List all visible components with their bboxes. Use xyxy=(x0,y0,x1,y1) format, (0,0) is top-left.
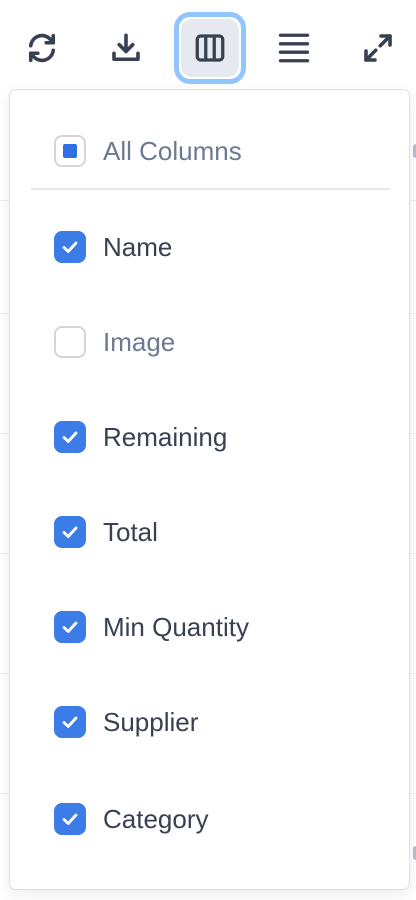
export-button[interactable] xyxy=(88,10,164,86)
checkmark-icon xyxy=(62,526,78,538)
column-label: Remaining xyxy=(103,422,228,452)
menu-item-remaining[interactable]: Remaining xyxy=(54,417,227,457)
menu-item-image[interactable]: Image xyxy=(54,322,175,362)
table-toolbar xyxy=(0,10,416,86)
button-background xyxy=(181,19,239,77)
refresh-button[interactable] xyxy=(4,10,80,86)
column-checkbox-category[interactable] xyxy=(54,803,86,835)
column-label: Category xyxy=(103,804,209,834)
all-columns-label: All Columns xyxy=(103,136,242,166)
checkmark-icon xyxy=(62,716,78,728)
column-checkbox-name[interactable] xyxy=(54,231,86,263)
menu-item-supplier[interactable]: Supplier xyxy=(54,702,198,742)
checkmark-icon xyxy=(62,431,78,443)
column-visibility-menu: All Columns Name Image Remaining Total M… xyxy=(9,89,410,890)
column-checkbox-supplier[interactable] xyxy=(54,706,86,738)
menu-divider xyxy=(31,188,390,190)
all-columns-checkbox[interactable] xyxy=(54,135,86,167)
refresh-icon xyxy=(28,33,56,63)
columns-icon xyxy=(195,34,225,62)
density-icon xyxy=(278,33,310,63)
column-checkbox-remaining[interactable] xyxy=(54,421,86,453)
screen: All Columns Name Image Remaining Total M… xyxy=(0,0,416,900)
column-label: Supplier xyxy=(103,707,199,737)
checkmark-icon xyxy=(62,813,78,825)
checkmark-icon xyxy=(62,241,78,253)
download-icon xyxy=(112,33,140,62)
menu-item-category[interactable]: Category xyxy=(54,799,209,839)
menu-item-name[interactable]: Name xyxy=(54,227,172,267)
column-checkbox-image[interactable] xyxy=(54,326,86,358)
checkmark-icon xyxy=(62,621,78,633)
show-hide-columns-button[interactable] xyxy=(172,10,248,86)
menu-item-all-columns[interactable]: All Columns xyxy=(54,131,242,171)
column-label: Name xyxy=(103,232,173,262)
density-button[interactable] xyxy=(256,10,332,86)
fullscreen-button[interactable] xyxy=(340,10,416,86)
indeterminate-mark-icon xyxy=(63,144,77,158)
column-label: Min Quantity xyxy=(103,612,249,642)
focus-ring xyxy=(174,12,246,84)
column-label: Total xyxy=(103,517,158,547)
column-checkbox-min-quantity[interactable] xyxy=(54,611,86,643)
column-checkbox-total[interactable] xyxy=(54,516,86,548)
fullscreen-icon xyxy=(364,34,392,62)
column-label: Image xyxy=(103,327,176,357)
menu-item-min-quantity[interactable]: Min Quantity xyxy=(54,607,249,647)
menu-item-total[interactable]: Total xyxy=(54,512,158,552)
